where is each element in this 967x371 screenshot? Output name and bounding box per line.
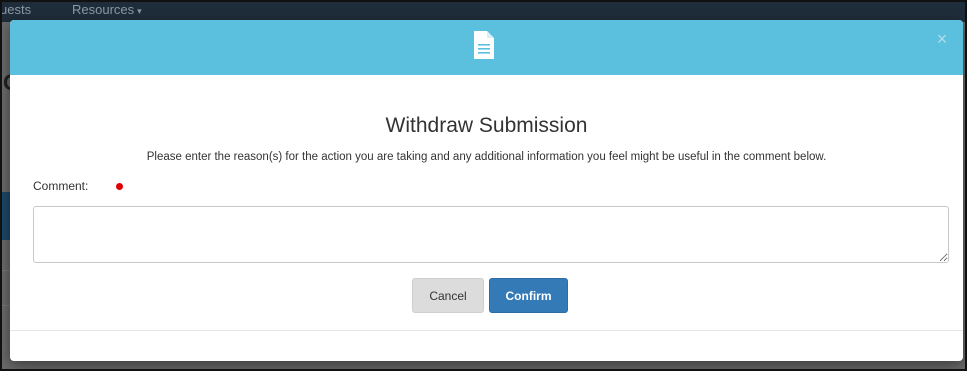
modal-footer-divider [10, 330, 963, 331]
cancel-button[interactable]: Cancel [412, 278, 484, 313]
caret-down-icon: ▾ [137, 6, 142, 16]
modal-header: × [10, 20, 963, 75]
document-icon [474, 31, 494, 59]
withdraw-submission-modal: × Withdraw Submission Please enter the r… [10, 20, 963, 361]
required-indicator-icon [116, 183, 123, 190]
nav-resources-label: Resources [72, 2, 135, 17]
confirm-button[interactable]: Confirm [489, 278, 568, 313]
nav-item-requests: uests [0, 2, 32, 17]
comment-label: Comment: [33, 179, 89, 193]
modal-title: Withdraw Submission [385, 114, 588, 137]
close-button[interactable]: × [933, 29, 951, 49]
modal-description: Please enter the reason(s) for the actio… [146, 151, 827, 163]
nav-item-resources: Resources ▾ [72, 2, 142, 17]
background-navbar: uests Resources ▾ [0, 0, 967, 22]
comment-field[interactable] [33, 206, 949, 263]
